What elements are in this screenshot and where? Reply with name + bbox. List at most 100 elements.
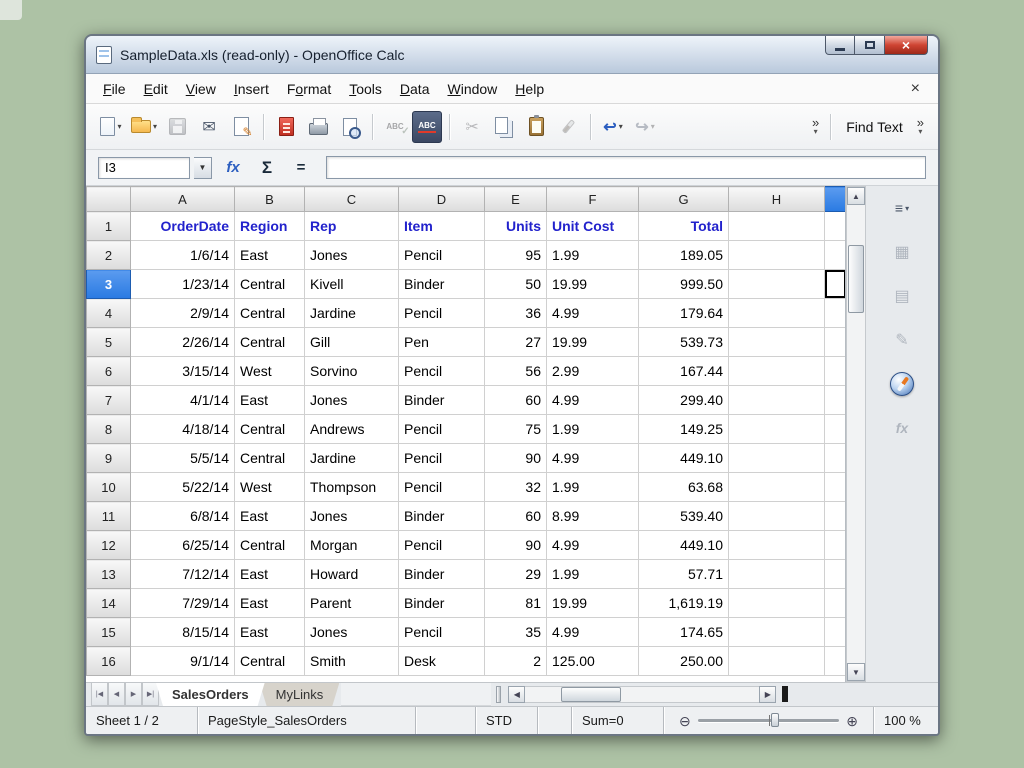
menu-file[interactable]: File (94, 77, 135, 101)
cell[interactable]: East (235, 386, 305, 415)
cell[interactable]: Binder (399, 589, 485, 618)
cell[interactable]: 4.99 (547, 444, 639, 473)
cell[interactable] (729, 299, 825, 328)
cell[interactable]: 539.73 (639, 328, 729, 357)
cell[interactable]: 29 (485, 560, 547, 589)
cell[interactable]: 9/1/14 (131, 647, 235, 676)
cell[interactable] (825, 473, 847, 502)
cell[interactable]: 1/6/14 (131, 241, 235, 270)
open-dropdown-icon[interactable]: ▾ (153, 122, 157, 131)
vertical-scroll-track[interactable] (847, 205, 865, 663)
cell-reference-box[interactable]: I3 (98, 157, 190, 179)
select-all-corner[interactable] (87, 187, 131, 212)
cell[interactable]: Central (235, 299, 305, 328)
sum-icon[interactable]: Σ (254, 155, 280, 181)
maximize-button[interactable] (855, 36, 884, 55)
redo-button[interactable]: ↪▾ (630, 111, 660, 143)
menu-window[interactable]: Window (438, 77, 506, 101)
find-toolbar-overflow-icon[interactable]: »▾ (913, 118, 928, 136)
column-header-B[interactable]: B (235, 187, 305, 212)
cell[interactable]: Pencil (399, 415, 485, 444)
toolbar-overflow-icon[interactable]: »▾ (808, 118, 823, 136)
scroll-down-icon[interactable]: ▼ (847, 663, 865, 681)
vertical-scroll-thumb[interactable] (848, 245, 864, 313)
gallery-icon[interactable]: ▤ (887, 282, 917, 310)
cell[interactable] (729, 647, 825, 676)
cell[interactable]: 999.50 (639, 270, 729, 299)
scroll-left-icon[interactable]: ◀ (508, 686, 525, 703)
close-document-button[interactable]: × (901, 80, 930, 98)
undo-button[interactable]: ↩▾ (598, 111, 628, 143)
cell[interactable]: 1.99 (547, 415, 639, 444)
cell[interactable] (825, 415, 847, 444)
cell[interactable]: Jardine (305, 299, 399, 328)
clone-formatting-button[interactable] (553, 111, 583, 143)
autospellcheck-button[interactable]: ABC (412, 111, 442, 143)
cell[interactable]: 449.10 (639, 444, 729, 473)
row-header-16[interactable]: 16 (87, 647, 131, 676)
data-sources-icon[interactable]: ▦ (887, 238, 917, 266)
print-button[interactable] (303, 111, 333, 143)
new-document-button[interactable]: ▾ (96, 111, 126, 143)
cell[interactable]: Binder (399, 386, 485, 415)
cell[interactable]: Region (235, 212, 305, 241)
cell[interactable]: Desk (399, 647, 485, 676)
menu-edit[interactable]: Edit (135, 77, 177, 101)
menu-format[interactable]: Format (278, 77, 340, 101)
titlebar[interactable]: SampleData.xls (read-only) - OpenOffice … (86, 36, 938, 74)
cell[interactable]: 6/25/14 (131, 531, 235, 560)
email-button[interactable]: ✉ (194, 111, 224, 143)
cell[interactable]: Binder (399, 270, 485, 299)
edit-file-button[interactable] (226, 111, 256, 143)
cell[interactable]: 149.25 (639, 415, 729, 444)
navigator-icon[interactable] (887, 370, 917, 398)
cell[interactable]: 8.99 (547, 502, 639, 531)
cell[interactable]: OrderDate (131, 212, 235, 241)
column-header-F[interactable]: F (547, 187, 639, 212)
zoom-slider-track[interactable] (698, 719, 840, 722)
cell[interactable]: Jones (305, 618, 399, 647)
first-sheet-button[interactable]: |◀ (91, 683, 108, 706)
cell[interactable] (729, 502, 825, 531)
cell[interactable]: 189.05 (639, 241, 729, 270)
menu-view[interactable]: View (177, 77, 225, 101)
namebox-dropdown-button[interactable]: ▼ (194, 157, 212, 179)
menu-data[interactable]: Data (391, 77, 439, 101)
cell[interactable]: 95 (485, 241, 547, 270)
column-header-G[interactable]: G (639, 187, 729, 212)
cell[interactable]: 56 (485, 357, 547, 386)
cell[interactable] (825, 618, 847, 647)
cell[interactable] (729, 415, 825, 444)
cell[interactable] (825, 647, 847, 676)
cell[interactable]: 57.71 (639, 560, 729, 589)
cell[interactable] (729, 357, 825, 386)
cell[interactable]: 19.99 (547, 328, 639, 357)
row-header-4[interactable]: 4 (87, 299, 131, 328)
cell[interactable]: East (235, 589, 305, 618)
column-header-H[interactable]: H (729, 187, 825, 212)
row-header-2[interactable]: 2 (87, 241, 131, 270)
row-header-8[interactable]: 8 (87, 415, 131, 444)
cell[interactable]: Pencil (399, 299, 485, 328)
menu-help[interactable]: Help (506, 77, 553, 101)
cell[interactable] (729, 270, 825, 299)
cell[interactable]: 27 (485, 328, 547, 357)
cell[interactable]: Pencil (399, 531, 485, 560)
row-header-15[interactable]: 15 (87, 618, 131, 647)
close-button[interactable]: × (884, 36, 928, 55)
cell[interactable]: 90 (485, 444, 547, 473)
cell[interactable]: Rep (305, 212, 399, 241)
cell[interactable]: Units (485, 212, 547, 241)
cell[interactable]: 179.64 (639, 299, 729, 328)
formula-input[interactable] (326, 156, 926, 179)
cell[interactable]: 32 (485, 473, 547, 502)
cell[interactable] (729, 328, 825, 357)
cell[interactable]: 299.40 (639, 386, 729, 415)
cell[interactable]: 4.99 (547, 618, 639, 647)
save-button[interactable] (162, 111, 192, 143)
cell[interactable]: Sorvino (305, 357, 399, 386)
cell[interactable]: Smith (305, 647, 399, 676)
sheet-tab-mylinks[interactable]: MyLinks (260, 683, 340, 706)
draw-functions-icon[interactable]: ✎ (887, 326, 917, 354)
cell[interactable] (729, 618, 825, 647)
